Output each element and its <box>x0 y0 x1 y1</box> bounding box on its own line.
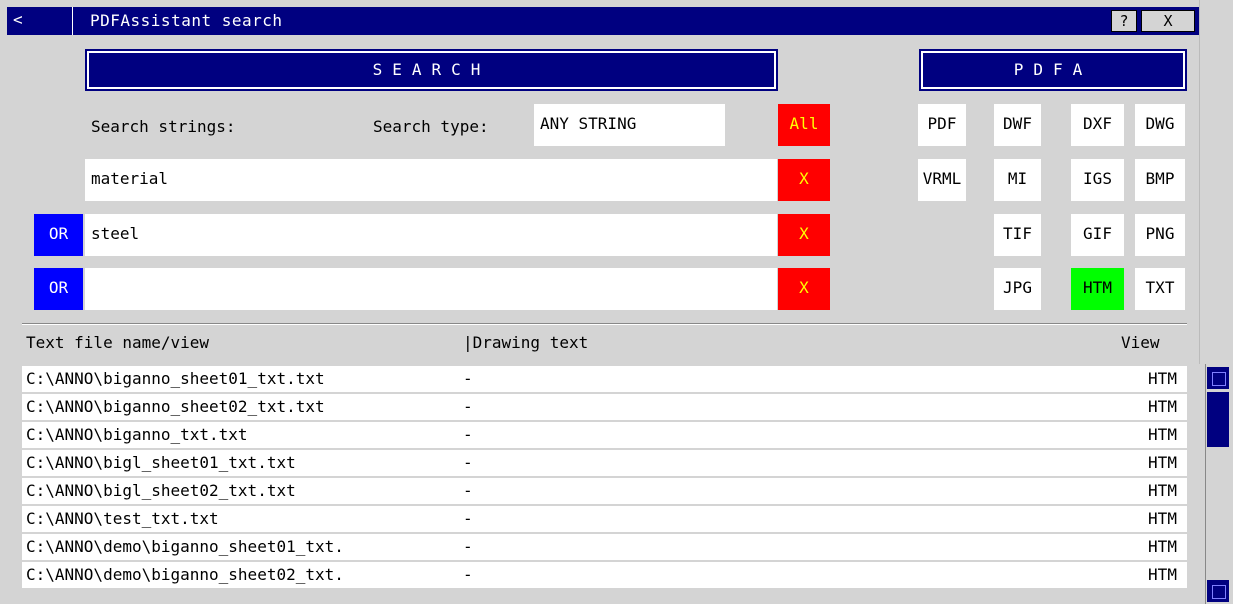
file-cell[interactable]: C:\ANNO\demo\biganno_sheet01_txt. <box>22 534 460 560</box>
file-cell[interactable]: C:\ANNO\biganno_sheet02_txt.txt <box>22 394 460 420</box>
format-dxf-button[interactable]: DXF <box>1071 104 1124 146</box>
file-cell[interactable]: C:\ANNO\demo\biganno_sheet02_txt. <box>22 562 460 588</box>
view-cell[interactable]: HTM <box>1138 394 1187 420</box>
format-txt-button[interactable]: TXT <box>1135 268 1185 310</box>
drawing-text-cell: - <box>459 366 1138 392</box>
remove-search-3-button[interactable]: X <box>778 268 830 310</box>
column-header-file[interactable]: Text file name/view <box>26 331 209 355</box>
scroll-up-button[interactable] <box>1207 367 1229 389</box>
format-jpg-button[interactable]: JPG <box>994 268 1041 310</box>
remove-search-1-label: X <box>799 169 809 188</box>
help-button[interactable]: ? <box>1111 10 1137 32</box>
column-header-drawing[interactable]: |Drawing text <box>463 331 588 355</box>
all-button-label: All <box>789 114 819 133</box>
drawing-text-cell: - <box>459 478 1138 504</box>
file-cell[interactable]: C:\ANNO\bigl_sheet02_txt.txt <box>22 478 460 504</box>
search-type-label: Search type: <box>373 117 489 136</box>
view-cell[interactable]: HTM <box>1138 506 1187 532</box>
table-row[interactable]: C:\ANNO\test_txt.txt - HTM <box>22 506 1187 534</box>
section-divider <box>22 323 1187 325</box>
search-input-3[interactable] <box>85 268 777 310</box>
file-cell[interactable]: C:\ANNO\bigl_sheet01_txt.txt <box>22 450 460 476</box>
format-igs-button[interactable]: IGS <box>1071 159 1124 201</box>
scroll-down-button[interactable] <box>1207 580 1229 602</box>
view-cell[interactable]: HTM <box>1138 478 1187 504</box>
back-button[interactable]: < <box>7 7 73 35</box>
file-cell[interactable]: C:\ANNO\biganno_txt.txt <box>22 422 460 448</box>
format-pdf-button[interactable]: PDF <box>918 104 966 146</box>
window-title: PDFAssistant search <box>90 11 283 30</box>
results-list: C:\ANNO\biganno_sheet01_txt.txt - HTM C:… <box>22 366 1187 590</box>
view-cell[interactable]: HTM <box>1138 422 1187 448</box>
table-row[interactable]: C:\ANNO\demo\biganno_sheet01_txt. - HTM <box>22 534 1187 562</box>
format-tif-button[interactable]: TIF <box>994 214 1041 256</box>
drawing-text-cell: - <box>459 450 1138 476</box>
format-gif-button[interactable]: GIF <box>1071 214 1124 256</box>
search-strings-label: Search strings: <box>91 117 236 136</box>
format-htm-button[interactable]: HTM <box>1071 268 1124 310</box>
drawing-text-cell: - <box>459 422 1138 448</box>
all-button[interactable]: All <box>778 104 830 146</box>
table-row[interactable]: C:\ANNO\bigl_sheet01_txt.txt - HTM <box>22 450 1187 478</box>
close-button[interactable]: X <box>1141 10 1195 32</box>
drawing-text-cell: - <box>459 506 1138 532</box>
view-cell[interactable]: HTM <box>1138 450 1187 476</box>
search-header: SEARCH <box>85 49 778 91</box>
search-input-2[interactable]: steel <box>85 214 777 256</box>
remove-search-2-label: X <box>799 224 809 243</box>
search-type-select[interactable]: ANY STRING <box>534 104 725 146</box>
format-mi-button[interactable]: MI <box>994 159 1041 201</box>
drawing-text-cell: - <box>459 534 1138 560</box>
table-row[interactable]: C:\ANNO\biganno_sheet01_txt.txt - HTM <box>22 366 1187 394</box>
format-bmp-button[interactable]: BMP <box>1135 159 1185 201</box>
pdfa-header: PDFA <box>919 49 1187 91</box>
format-dwf-button[interactable]: DWF <box>994 104 1041 146</box>
file-cell[interactable]: C:\ANNO\test_txt.txt <box>22 506 460 532</box>
format-dwg-button[interactable]: DWG <box>1135 104 1185 146</box>
view-cell[interactable]: HTM <box>1138 534 1187 560</box>
or-connector-3[interactable]: OR <box>34 268 83 310</box>
scroll-thumb[interactable] <box>1207 392 1229 447</box>
view-cell[interactable]: HTM <box>1138 366 1187 392</box>
table-row[interactable]: C:\ANNO\biganno_sheet02_txt.txt - HTM <box>22 394 1187 422</box>
right-margin <box>1199 0 1233 364</box>
remove-search-1-button[interactable]: X <box>778 159 830 201</box>
title-bar: < PDFAssistant search ? X <box>7 7 1199 35</box>
column-header-view[interactable]: View <box>1121 331 1160 355</box>
drawing-text-cell: - <box>459 562 1138 588</box>
file-cell[interactable]: C:\ANNO\biganno_sheet01_txt.txt <box>22 366 460 392</box>
remove-search-2-button[interactable]: X <box>778 214 830 256</box>
drawing-text-cell: - <box>459 394 1138 420</box>
table-row[interactable]: C:\ANNO\bigl_sheet02_txt.txt - HTM <box>22 478 1187 506</box>
format-vrml-button[interactable]: VRML <box>918 159 966 201</box>
view-cell[interactable]: HTM <box>1138 562 1187 588</box>
table-row[interactable]: C:\ANNO\biganno_txt.txt - HTM <box>22 422 1187 450</box>
or-connector-2[interactable]: OR <box>34 214 83 256</box>
table-row[interactable]: C:\ANNO\demo\biganno_sheet02_txt. - HTM <box>22 562 1187 590</box>
format-png-button[interactable]: PNG <box>1135 214 1185 256</box>
search-input-1[interactable]: material <box>85 159 777 201</box>
remove-search-3-label: X <box>799 278 809 297</box>
